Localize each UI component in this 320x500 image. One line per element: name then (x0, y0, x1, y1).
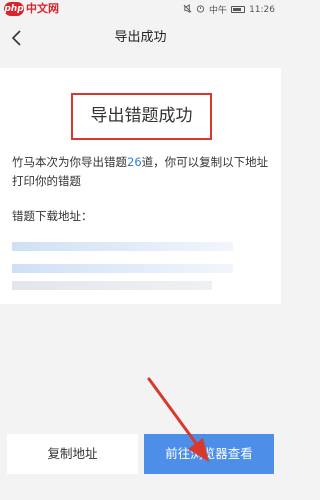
success-heading: 导出错题成功 (71, 93, 212, 140)
carrier-text: 中午 (209, 6, 228, 16)
export-message: 竹马本次为你导出错题26道，你可以复制以下地址打印你的错题 (12, 153, 274, 191)
status-bar: php 中文网 中午 11:26 (0, 0, 281, 20)
download-link-redacted (12, 264, 233, 273)
message-prefix: 竹马本次为你导出错题 (12, 155, 127, 169)
logo-text: 中文网 (26, 2, 59, 15)
site-watermark-logo: php 中文网 (4, 2, 59, 16)
question-count: 26 (127, 155, 142, 169)
download-link-redacted (12, 242, 233, 251)
page-title: 导出成功 (114, 30, 167, 45)
alarm-icon (196, 4, 205, 16)
chevron-left-icon[interactable] (6, 26, 30, 50)
logo-badge: php (4, 2, 24, 16)
download-link-redacted (12, 281, 212, 290)
screen: php 中文网 中午 11:26 导出成功 导出错题成功 竹马本次为你导出错题2… (0, 0, 281, 500)
result-card: 导出错题成功 竹马本次为你导出错题26道，你可以复制以下地址打印你的错题 错题下… (0, 68, 281, 304)
nav-bar: 导出成功 (0, 20, 281, 56)
battery-icon (231, 6, 246, 13)
copy-address-button[interactable]: 复制地址 (7, 434, 138, 474)
download-link-label: 错题下载地址： (12, 209, 93, 223)
open-in-browser-button[interactable]: 前往浏览器查看 (144, 434, 274, 474)
mute-icon (183, 3, 192, 16)
status-right: 中午 11:26 (179, 3, 275, 16)
status-time: 11:26 (249, 4, 275, 15)
